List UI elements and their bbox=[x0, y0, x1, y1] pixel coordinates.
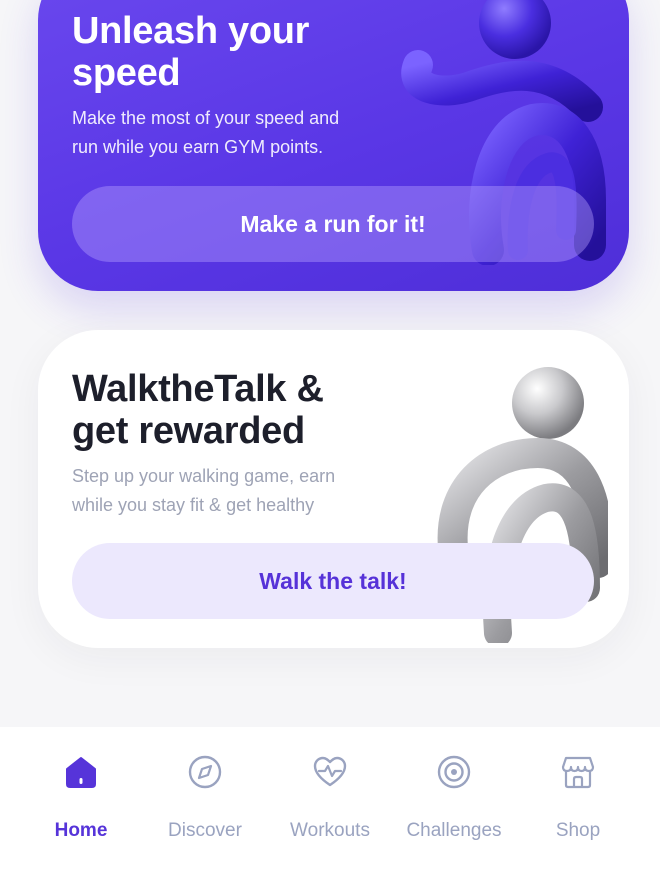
tab-challenges-label: Challenges bbox=[406, 820, 502, 841]
tab-workouts-label: Workouts bbox=[290, 820, 370, 841]
walk-card: WalktheTalk & get rewarded Step up your … bbox=[38, 330, 629, 648]
heart-pulse-icon bbox=[313, 756, 347, 787]
tab-discover[interactable]: Discover bbox=[143, 747, 267, 847]
walk-the-talk-button[interactable]: Walk the talk! bbox=[72, 543, 594, 619]
tab-shop[interactable]: Shop bbox=[516, 747, 640, 847]
compass-icon bbox=[188, 755, 222, 789]
home-icon bbox=[66, 757, 96, 788]
run-card-description: Make the most of your speed and run whil… bbox=[72, 108, 340, 157]
tab-shop-label: Shop bbox=[555, 820, 601, 841]
tab-home[interactable]: Home bbox=[19, 747, 143, 847]
walk-the-talk-label: Walk the talk! bbox=[259, 567, 407, 594]
target-icon bbox=[437, 755, 471, 789]
tab-home-label: Home bbox=[54, 820, 108, 841]
tab-challenges[interactable]: Challenges bbox=[392, 747, 516, 847]
run-card: Unleash your speed Make the most of your… bbox=[38, 0, 629, 291]
tab-discover-label: Discover bbox=[168, 820, 242, 841]
store-icon bbox=[561, 756, 595, 789]
make-a-run-label: Make a run for it! bbox=[240, 210, 426, 237]
bottom-tab-bar: Home Discover Workouts Challenges Shop bbox=[0, 727, 660, 896]
make-a-run-button[interactable]: Make a run for it! bbox=[72, 186, 594, 262]
walk-card-description: Step up your walking game, earn while yo… bbox=[72, 466, 336, 515]
run-card-title: Unleash your speed bbox=[72, 10, 310, 94]
walk-card-title: WalktheTalk & get rewarded bbox=[72, 368, 324, 452]
tab-workouts[interactable]: Workouts bbox=[268, 747, 392, 847]
